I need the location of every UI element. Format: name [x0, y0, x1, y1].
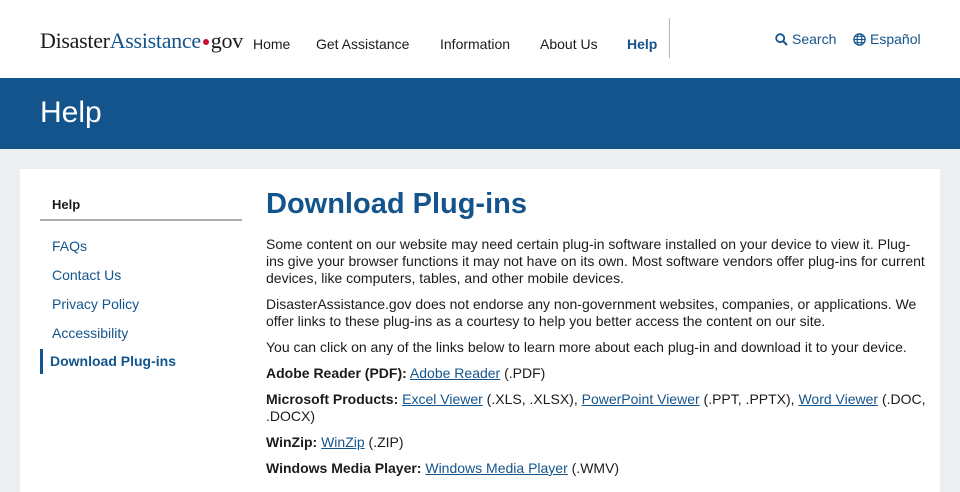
windows-media-player-link[interactable]: Windows Media Player	[425, 460, 567, 476]
sidebar-item-privacy-policy[interactable]: Privacy Policy	[52, 296, 139, 312]
plugin-ext: (.PDF)	[500, 365, 546, 381]
plugin-label: Microsoft Products:	[266, 391, 399, 407]
sidebar-divider	[40, 219, 242, 221]
sidebar-item-contact-us[interactable]: Contact Us	[52, 267, 121, 283]
sidebar-item-faqs[interactable]: FAQs	[52, 238, 87, 254]
plugin-row-microsoft: Microsoft Products: Excel Viewer (.XLS, …	[266, 391, 926, 425]
site-logo[interactable]: DisasterAssistance gov	[40, 28, 243, 54]
page-title: Help	[40, 96, 102, 129]
nav-information[interactable]: Information	[440, 36, 510, 52]
logo-word-assistance: Assistance	[109, 28, 201, 53]
search-label: Search	[792, 31, 837, 47]
plugin-label: WinZip:	[266, 434, 318, 450]
plugin-row-media-player: Windows Media Player: Windows Media Play…	[266, 460, 926, 477]
plugin-label: Adobe Reader (PDF):	[266, 365, 407, 381]
nav-get-assistance[interactable]: Get Assistance	[316, 36, 409, 52]
nav-divider	[669, 18, 670, 58]
sidebar-heading: Help	[52, 197, 81, 212]
excel-viewer-link[interactable]: Excel Viewer	[402, 391, 483, 407]
logo-word-gov: gov	[210, 28, 243, 53]
powerpoint-viewer-link[interactable]: PowerPoint Viewer	[582, 391, 700, 407]
language-label: Español	[870, 31, 921, 47]
logo-dot-icon	[202, 38, 209, 45]
sidebar-item-accessibility[interactable]: Accessibility	[52, 325, 128, 341]
plugin-row-adobe: Adobe Reader (PDF): Adobe Reader (.PDF)	[266, 365, 926, 382]
nav-about-us[interactable]: About Us	[540, 36, 598, 52]
plugin-ext: (.ZIP)	[364, 434, 404, 450]
plugin-ext: (.WMV)	[567, 460, 620, 476]
logo-word-disaster: Disaster	[40, 28, 110, 53]
content-title: Download Plug-ins	[266, 188, 527, 220]
plugin-ext: (.XLS, .XLSX),	[482, 391, 582, 407]
nav-home[interactable]: Home	[253, 36, 290, 52]
winzip-link[interactable]: WinZip	[321, 434, 365, 450]
word-viewer-link[interactable]: Word Viewer	[798, 391, 878, 407]
search-icon	[775, 32, 788, 46]
main-content: Download Plug-ins Some content on our we…	[266, 187, 926, 486]
plugin-label: Windows Media Player:	[266, 460, 422, 476]
site-header: DisasterAssistance gov Home Get Assistanc…	[0, 0, 960, 78]
disclaimer-paragraph: DisasterAssistance.gov does not endorse …	[266, 296, 917, 329]
search-link[interactable]: Search	[775, 31, 836, 47]
plugin-ext: (.PPT, .PPTX),	[699, 391, 799, 407]
intro-paragraph: Some content on our website may need cer…	[266, 236, 925, 286]
sidebar-item-download-plugins[interactable]: Download Plug-ins	[50, 353, 176, 369]
language-link[interactable]: Español	[853, 31, 921, 47]
globe-icon	[853, 32, 866, 46]
plugin-row-winzip: WinZip: WinZip (.ZIP)	[266, 434, 926, 451]
adobe-reader-link[interactable]: Adobe Reader	[410, 365, 500, 381]
instructions-paragraph: You can click on any of the links below …	[266, 339, 907, 355]
nav-help[interactable]: Help	[627, 36, 657, 52]
page-banner: Help	[0, 78, 960, 149]
sidebar-active-marker	[40, 349, 43, 374]
